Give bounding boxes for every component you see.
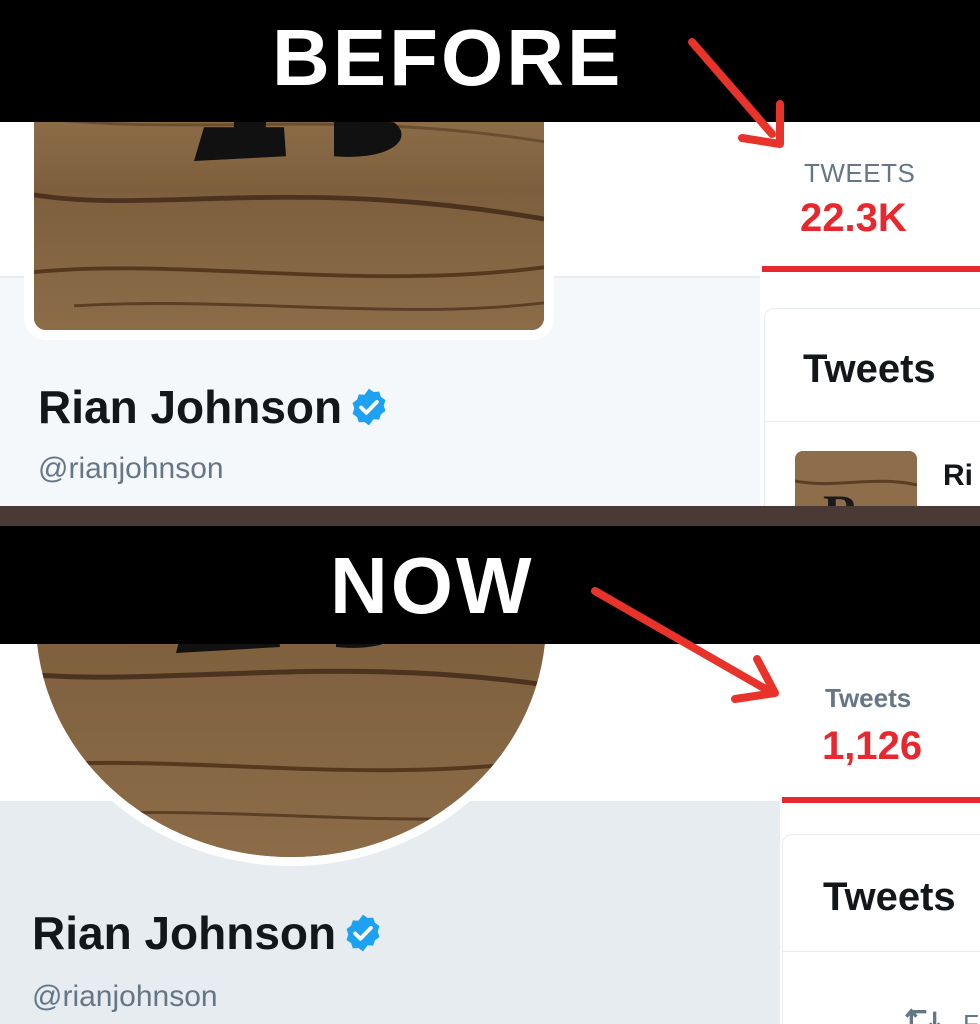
profile-name[interactable]: Rian Johnson — [38, 380, 390, 434]
timeline-divider — [765, 421, 980, 422]
profile-name-text: Rian Johnson — [38, 381, 343, 433]
tweets-stat-label[interactable]: TWEETS — [804, 158, 915, 189]
panel-divider — [0, 506, 980, 526]
tweets-stat-value[interactable]: 1,126 — [822, 724, 922, 769]
arrow-icon — [688, 38, 784, 148]
before-panel: Rian Johnson @rianjohnson TWEETS 22.3K T… — [0, 0, 980, 506]
before-banner-label: BEFORE — [272, 13, 624, 102]
arrow-icon — [591, 587, 779, 703]
verified-badge-icon — [346, 914, 380, 952]
profile-handle: @rianjohnson — [38, 452, 224, 485]
profile-name[interactable]: Rian Johnson — [32, 906, 384, 960]
now-panel: Rian Johnson @rianjohnson Tweets 1,126 T… — [0, 526, 980, 1024]
tweet-author-name[interactable]: Ri — [943, 459, 973, 493]
active-tab-underline — [782, 797, 980, 803]
retweet-label: F — [963, 1009, 979, 1024]
tweets-stat-value[interactable]: 22.3K — [800, 196, 907, 241]
timeline-divider — [783, 951, 980, 952]
timeline-title: Tweets — [823, 875, 956, 919]
before-banner: BEFORE — [0, 0, 980, 122]
now-banner: NOW — [0, 526, 980, 644]
timeline-title: Tweets — [803, 347, 936, 391]
verified-badge-icon — [352, 388, 386, 426]
svg-text:R: R — [823, 484, 860, 506]
profile-handle: @rianjohnson — [32, 980, 218, 1013]
profile-name-text: Rian Johnson — [32, 907, 337, 959]
timeline-card: Tweets F — [782, 834, 980, 1024]
tweet-avatar-image: R — [795, 451, 917, 506]
tweets-stat-label[interactable]: Tweets — [825, 683, 911, 714]
retweet-icon — [905, 1008, 941, 1024]
tweet-author-avatar[interactable]: R — [795, 451, 917, 506]
active-tab-underline — [762, 266, 980, 272]
now-banner-label: NOW — [330, 541, 535, 630]
timeline-card: Tweets R Ri — [764, 308, 980, 506]
